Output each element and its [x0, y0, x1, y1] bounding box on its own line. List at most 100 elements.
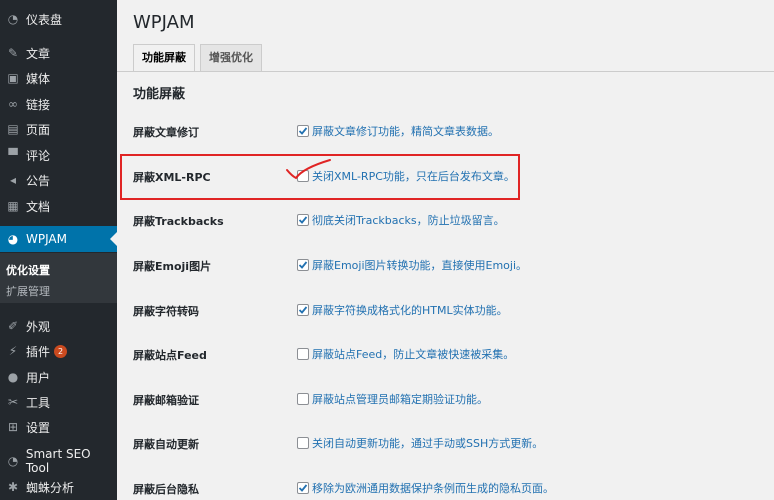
sidebar-item-label: Smart SEO Tool: [25, 447, 91, 475]
sidebar-item-plugins[interactable]: ⚡ 插件 2: [0, 339, 117, 363]
sidebar-item-links[interactable]: ∞ 链接: [0, 92, 117, 116]
sidebar-item-spider-analytics[interactable]: ✱ 蜘蛛分析: [0, 475, 117, 499]
setting-label: 屏蔽Trackbacks: [133, 215, 224, 228]
sidebar-item-label: 插件: [26, 344, 51, 359]
setting-description: 关闭自动更新功能，通过手动或SSH方式更新。: [312, 437, 544, 450]
wpjam-submenu: 优化设置 扩展管理: [0, 253, 117, 303]
setting-label: 屏蔽邮箱验证: [133, 394, 199, 407]
user-icon: ●: [7, 370, 19, 384]
page-title: WPJAM: [133, 12, 195, 33]
setting-description: 屏蔽站点管理员邮箱定期验证功能。: [312, 393, 488, 406]
setting-checkbox[interactable]: [297, 125, 309, 137]
sidebar-item-label: 蜘蛛分析: [26, 480, 75, 495]
setting-option[interactable]: 屏蔽Emoji图片转换功能，直接使用Emoji。: [297, 257, 527, 273]
setting-checkbox[interactable]: [297, 348, 309, 360]
pin-icon: ✎: [7, 46, 19, 60]
update-count-badge: 2: [54, 344, 68, 358]
sidebar-item-comments[interactable]: ▀ 评论: [0, 143, 117, 167]
sidebar-item-label: 用户: [26, 370, 51, 385]
sidebar-item-label: 评论: [26, 148, 51, 163]
admin-sidebar: ◔ 仪表盘 ✎ 文章 ▣ 媒体 ∞ 链接 ▤ 页面 ▀ 评论 ◂ 公告 ▦ 文档…: [0, 0, 117, 500]
setting-label: 屏蔽Emoji图片: [133, 260, 212, 273]
sidebar-item-label: WPJAM: [26, 232, 67, 246]
setting-label: 屏蔽文章修订: [133, 126, 199, 139]
comment-icon: ▀: [8, 148, 18, 162]
sidebar-item-users[interactable]: ● 用户: [0, 365, 117, 389]
setting-label: 屏蔽后台隐私: [133, 483, 199, 496]
tab-enhanced-optimization[interactable]: 增强优化: [200, 44, 262, 71]
link-icon: ∞: [8, 97, 18, 111]
spider-icon: ✱: [7, 480, 19, 494]
sidebar-item-smart-seo-tool[interactable]: ◔ Smart SEO Tool: [0, 447, 117, 475]
checkmark-icon: [298, 306, 308, 314]
setting-option[interactable]: 屏蔽站点Feed，防止文章被快速被采集。: [297, 346, 514, 362]
setting-description: 移除为欧洲通用数据保护条例而生成的隐私页面。: [312, 482, 554, 495]
tab-feature-blocking[interactable]: 功能屏蔽: [133, 44, 195, 72]
setting-description: 屏蔽Emoji图片转换功能，直接使用Emoji。: [312, 259, 528, 272]
setting-checkbox[interactable]: [297, 437, 309, 449]
sidebar-item-label: 工具: [26, 395, 51, 410]
brush-icon: ✐: [7, 319, 19, 333]
setting-label: 屏蔽XML-RPC: [133, 171, 211, 184]
sidebar-item-wpjam[interactable]: ◕ WPJAM: [0, 226, 117, 252]
wrench-icon: ✂: [7, 395, 19, 409]
checkmark-icon: [298, 216, 308, 224]
submenu-item-extensions[interactable]: 扩展管理: [6, 283, 50, 299]
sidebar-item-label: 文档: [26, 199, 51, 214]
submenu-item-optimize[interactable]: 优化设置: [6, 262, 50, 278]
setting-option[interactable]: 屏蔽站点管理员邮箱定期验证功能。: [297, 391, 488, 407]
plugin-icon: ⚡: [8, 344, 18, 358]
setting-option[interactable]: 屏蔽文章修订功能，精简文章表数据。: [297, 123, 499, 139]
sidebar-item-label: 媒体: [26, 71, 51, 86]
sidebar-item-docs[interactable]: ▦ 文档: [0, 194, 117, 218]
setting-description: 屏蔽文章修订功能，精简文章表数据。: [312, 125, 499, 138]
page-icon: ▤: [7, 122, 19, 136]
media-icon: ▣: [7, 71, 19, 85]
setting-option[interactable]: 关闭XML-RPC功能，只在后台发布文章。: [297, 168, 515, 184]
sidebar-item-label: 外观: [26, 319, 51, 334]
setting-label: 屏蔽字符转码: [133, 305, 199, 318]
sidebar-item-dashboard[interactable]: ◔ 仪表盘: [0, 7, 117, 31]
sidebar-item-media[interactable]: ▣ 媒体: [0, 66, 117, 90]
setting-option[interactable]: 移除为欧洲通用数据保护条例而生成的隐私页面。: [297, 480, 554, 496]
setting-checkbox[interactable]: [297, 214, 309, 226]
sidebar-item-label: 公告: [26, 173, 51, 188]
setting-option[interactable]: 屏蔽字符换成格式化的HTML实体功能。: [297, 302, 508, 318]
setting-description: 彻底关闭Trackbacks，防止垃圾留言。: [312, 214, 505, 227]
sidebar-item-label: 文章: [26, 46, 51, 61]
setting-option[interactable]: 关闭自动更新功能，通过手动或SSH方式更新。: [297, 435, 543, 451]
checkmark-icon: [298, 127, 308, 135]
sidebar-item-appearance[interactable]: ✐ 外观: [0, 314, 117, 338]
setting-description: 屏蔽字符换成格式化的HTML实体功能。: [312, 304, 508, 317]
sidebar-item-settings[interactable]: ⊞ 设置: [0, 415, 117, 439]
sidebar-item-pages[interactable]: ▤ 页面: [0, 117, 117, 141]
document-icon: ▦: [7, 199, 19, 213]
gauge-icon: ◔: [7, 454, 19, 468]
sidebar-item-posts[interactable]: ✎ 文章: [0, 41, 117, 65]
setting-description: 关闭XML-RPC功能，只在后台发布文章。: [312, 170, 515, 183]
setting-checkbox[interactable]: [297, 393, 309, 405]
sidebar-item-announcements[interactable]: ◂ 公告: [0, 168, 117, 192]
sidebar-item-label: 设置: [26, 420, 51, 435]
setting-checkbox[interactable]: [297, 170, 309, 182]
sidebar-item-tools[interactable]: ✂ 工具: [0, 390, 117, 414]
section-title: 功能屏蔽: [133, 87, 186, 102]
setting-label: 屏蔽站点Feed: [133, 349, 207, 362]
setting-checkbox[interactable]: [297, 482, 309, 494]
checkmark-icon: [298, 484, 308, 492]
setting-checkbox[interactable]: [297, 259, 309, 271]
tab-divider: [117, 71, 774, 72]
gauge-icon: ◕: [7, 232, 19, 246]
sidebar-item-label: 仪表盘: [26, 12, 63, 27]
sidebar-item-label: 页面: [26, 122, 51, 137]
checkmark-icon: [298, 261, 308, 269]
sidebar-item-label: 链接: [26, 97, 51, 112]
setting-option[interactable]: 彻底关闭Trackbacks，防止垃圾留言。: [297, 212, 505, 228]
dashboard-icon: ◔: [7, 12, 19, 26]
setting-label: 屏蔽自动更新: [133, 438, 199, 451]
settings-icon: ⊞: [7, 420, 19, 434]
main-content: WPJAM 功能屏蔽 增强优化 功能屏蔽 屏蔽文章修订 屏蔽文章修订功能，精简文章…: [117, 0, 774, 500]
setting-description: 屏蔽站点Feed，防止文章被快速被采集。: [312, 348, 515, 361]
megaphone-icon: ◂: [9, 173, 17, 187]
setting-checkbox[interactable]: [297, 304, 309, 316]
